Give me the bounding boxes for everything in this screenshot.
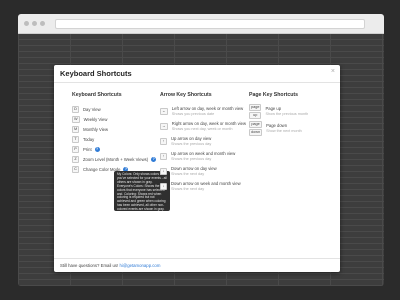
support-email-link[interactable]: hi@getamonapp.com — [119, 263, 160, 268]
shortcut-label: Down arrow on day view — [171, 166, 217, 171]
left-arrow-key: ← — [160, 107, 168, 115]
shortcut-row: ← Left arrow on day, week or month view … — [160, 104, 243, 118]
shortcut-label: Monthly View — [83, 127, 108, 132]
shortcut-label: Page up — [265, 106, 282, 111]
shortcut-row: ↓ Down arrow on week and month view Show… — [160, 179, 241, 193]
shortcut-label: Up arrow on week and month view — [171, 151, 236, 156]
up-arrow-key: ↑ — [160, 137, 167, 145]
shortcut-description: Shows you next day, week or month — [171, 127, 233, 131]
key-c: C — [72, 166, 79, 173]
shortcut-label: Page down — [266, 123, 288, 128]
shortcut-row: → Right arrow on day, week or month view… — [160, 119, 246, 133]
address-bar[interactable] — [55, 19, 365, 29]
browser-toolbar — [18, 14, 384, 34]
close-icon[interactable]: × — [331, 68, 335, 75]
shortcut-label: Zoom Level (Month + Week Views) — [83, 157, 149, 162]
shortcut-label: Print — [83, 147, 92, 152]
shortcut-label: Right arrow on day, week or month view — [171, 121, 246, 126]
footer-text: Still have questions? Email us! — [60, 263, 119, 268]
shortcut-description: Show the next month — [266, 129, 302, 133]
info-icon[interactable]: ? — [151, 157, 157, 162]
page-key: page — [249, 103, 262, 111]
shortcut-row: ↓ Down arrow on day view Shows the next … — [160, 164, 217, 178]
down-key: down — [249, 128, 263, 136]
shortcut-label: Left arrow on day, week or month view — [171, 106, 244, 111]
modal-footer: Still have questions? Email us! hi@getam… — [54, 258, 340, 272]
window-maximize-dot[interactable] — [40, 21, 45, 26]
shortcut-description: Show the previous month — [265, 112, 309, 116]
key-w: W — [72, 116, 80, 123]
shortcut-description: Shows the next day — [171, 172, 205, 176]
pagekey-heading: Page Key Shortcuts — [249, 92, 299, 98]
shortcut-label: Day View — [83, 107, 101, 112]
key-t: T — [72, 136, 79, 143]
key-z: Z — [72, 156, 79, 163]
shortcut-row: M Monthly View — [72, 125, 108, 134]
modal-header: Keyboard Shortcuts × — [54, 65, 340, 83]
key-p: P — [72, 146, 79, 153]
shortcut-description: Shows the previous day — [171, 142, 212, 146]
modal-title: Keyboard Shortcuts — [60, 69, 132, 78]
shortcut-label: Down arrow on week and month view — [171, 181, 241, 186]
shortcut-row: ↑ Up arrow on week and month view Shows … — [160, 149, 235, 163]
shortcut-description: Shows you previous date — [171, 112, 215, 116]
arrow-heading: Arrow Key Shortcuts — [160, 92, 212, 98]
page-key: page — [249, 120, 263, 128]
shortcut-row: D Day View — [72, 105, 101, 114]
shortcuts-modal: Keyboard Shortcuts × Keyboard Shortcuts … — [54, 65, 340, 272]
shortcut-row: Z Zoom Level (Month + Week Views) ? — [72, 155, 157, 164]
key-d: D — [72, 106, 79, 113]
shortcut-description: Shows the next day — [171, 187, 205, 191]
shortcut-label: Weekly View — [83, 117, 108, 122]
window-close-dot[interactable] — [24, 21, 29, 26]
shortcut-description: Shows the previous day — [171, 157, 212, 161]
down-arrow-key: ↓ — [160, 167, 167, 175]
up-arrow-key: ↑ — [160, 152, 167, 160]
shortcut-row: T Today — [72, 135, 94, 144]
shortcut-row: ↑ Up arrow on day view Shows the previou… — [160, 134, 211, 148]
down-arrow-key: ↓ — [160, 182, 167, 190]
keyboard-heading: Keyboard Shortcuts — [72, 92, 122, 98]
window-minimize-dot[interactable] — [32, 21, 37, 26]
shortcut-row: page up Page up Show the previous month — [249, 103, 309, 119]
shortcut-label: Today — [83, 137, 95, 142]
up-key: up — [249, 111, 262, 119]
key-m: M — [72, 126, 80, 133]
right-arrow-key: → — [160, 122, 168, 130]
shortcut-row: W Weekly View — [72, 115, 107, 124]
shortcut-row: P Print ? — [72, 145, 100, 154]
shortcut-row: page down Page down Show the next month — [249, 120, 302, 136]
shortcut-label: Up arrow on day view — [171, 136, 212, 141]
info-icon[interactable]: ? — [94, 147, 100, 152]
